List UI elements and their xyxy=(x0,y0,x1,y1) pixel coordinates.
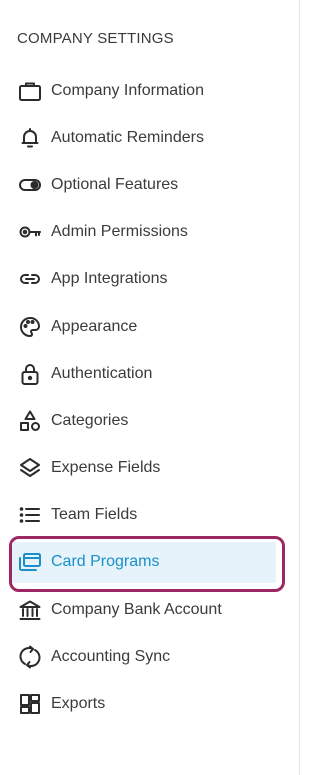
toggle-icon xyxy=(17,172,43,198)
shapes-icon xyxy=(17,408,43,434)
menu-item-card-programs[interactable]: Card Programs xyxy=(0,539,300,586)
menu-item-label: Card Programs xyxy=(51,553,160,571)
menu-item-label: Authentication xyxy=(51,364,153,382)
layers-icon xyxy=(17,455,43,481)
menu-item-label: Categories xyxy=(51,411,129,429)
menu-item-label: Appearance xyxy=(51,317,138,335)
company-settings-panel: COMPANY SETTINGS Company Information Aut… xyxy=(0,0,300,775)
sync-icon xyxy=(17,644,43,670)
menu-item-label: Company Information xyxy=(51,81,204,99)
menu-item-label: Accounting Sync xyxy=(51,647,171,665)
menu-item-company-information[interactable]: Company Information xyxy=(0,67,300,114)
settings-menu: Company Information Automatic Reminders … xyxy=(0,67,300,728)
list-icon xyxy=(17,502,43,528)
key-icon xyxy=(17,219,43,245)
bell-icon xyxy=(17,125,43,151)
menu-item-team-fields[interactable]: Team Fields xyxy=(0,492,300,539)
link-icon xyxy=(17,266,43,292)
menu-item-automatic-reminders[interactable]: Automatic Reminders xyxy=(0,114,300,161)
menu-item-label: Automatic Reminders xyxy=(51,128,204,146)
section-title: COMPANY SETTINGS xyxy=(17,30,174,47)
palette-icon xyxy=(17,314,43,340)
lock-icon xyxy=(17,361,43,387)
cards-icon xyxy=(17,549,43,575)
menu-item-label: Optional Features xyxy=(51,175,179,193)
menu-item-accounting-sync[interactable]: Accounting Sync xyxy=(0,633,300,680)
dashboard-icon xyxy=(17,691,43,717)
menu-item-label: Admin Permissions xyxy=(51,223,188,241)
bank-icon xyxy=(17,597,43,623)
menu-item-categories[interactable]: Categories xyxy=(0,397,300,444)
menu-item-label: Exports xyxy=(51,695,106,713)
menu-item-label: Team Fields xyxy=(51,506,138,524)
menu-item-exports[interactable]: Exports xyxy=(0,680,300,727)
menu-item-appearance[interactable]: Appearance xyxy=(0,303,300,350)
menu-item-app-integrations[interactable]: App Integrations xyxy=(0,256,300,303)
menu-item-label: Expense Fields xyxy=(51,459,161,477)
menu-item-optional-features[interactable]: Optional Features xyxy=(0,161,300,208)
briefcase-icon xyxy=(17,78,43,104)
menu-item-expense-fields[interactable]: Expense Fields xyxy=(0,445,300,492)
menu-item-authentication[interactable]: Authentication xyxy=(0,350,300,397)
menu-item-admin-permissions[interactable]: Admin Permissions xyxy=(0,209,300,256)
menu-item-company-bank-account[interactable]: Company Bank Account xyxy=(0,586,300,633)
menu-item-label: App Integrations xyxy=(51,270,168,288)
menu-item-label: Company Bank Account xyxy=(51,600,222,618)
